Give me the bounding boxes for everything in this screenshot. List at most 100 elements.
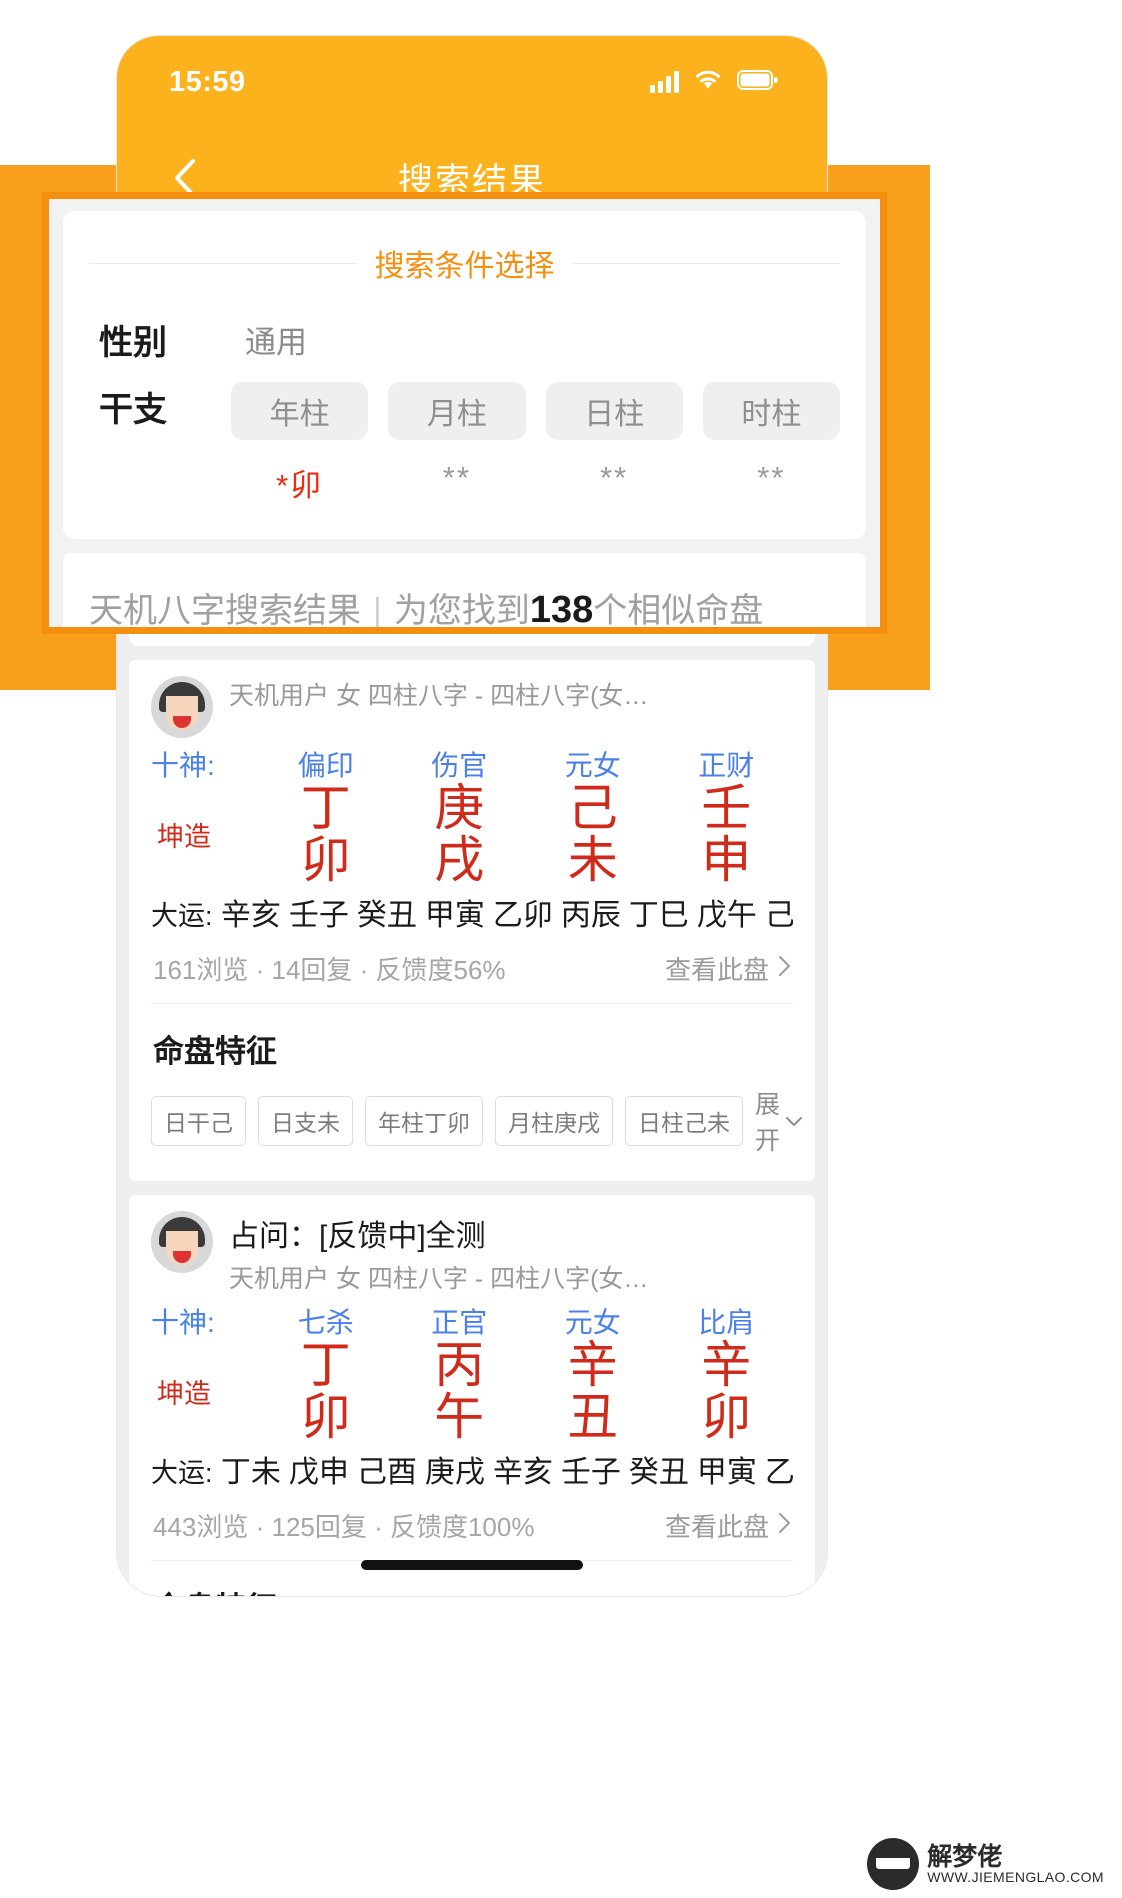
detective-hat-icon (867, 1838, 920, 1890)
stem-year: 丁 (300, 1337, 351, 1393)
callout-banner-prefix: 天机八字搜索结果 (89, 592, 361, 630)
wifi-icon (693, 68, 723, 97)
tag-monthpillar[interactable]: 月柱庚戌 (495, 1096, 613, 1146)
callout-banner-count: 138 (529, 589, 594, 631)
pillar-year-ganzhi: 丁 卯 (259, 782, 393, 886)
result-card-1[interactable]: 天机用户 女 四柱八字 - 四柱八字(女… 十神: 偏印 伤官 元女 正财 坤造 (129, 660, 815, 1181)
branch-hour: 申 (701, 832, 752, 888)
tag-dayzhi[interactable]: 日支未 (258, 1096, 353, 1146)
dayun-item: 壬子 (288, 899, 349, 932)
callout-pillar-year-button[interactable]: 年柱 (231, 382, 369, 440)
tag-yearpillar[interactable]: 年柱丁卯 (365, 1096, 483, 1146)
bazi-chart: 十神: 七杀 正官 元女 比肩 坤造 丁 卯 丙 午 辛 丑 辛 卯 大运: 丁… (151, 1301, 793, 1491)
pillar-month-ganzhi: 丙 午 (393, 1339, 527, 1443)
ten-god-hour: 比肩 (698, 1307, 755, 1338)
dayun-item: 丁巳 (628, 899, 689, 932)
callout-pillar-hour-button[interactable]: 时柱 (702, 382, 840, 440)
dayun-item: 甲寅 (424, 899, 485, 932)
avatar (151, 1211, 213, 1273)
dayun-row: 大运: 丁未戊申己酉庚戌辛亥壬子癸丑甲寅乙卯丙辰 (151, 1447, 793, 1491)
pillar-day-ganzhi: 己 未 (526, 782, 660, 886)
watermark-cn: 解梦佬 (927, 1842, 1003, 1871)
view-chart-label: 查看此盘 (664, 955, 769, 985)
ten-god-day: 元女 (564, 1307, 621, 1338)
tag-daypillar[interactable]: 日柱己未 (625, 1096, 743, 1146)
watermark-en: WWW.JIEMENGLAO.COM (927, 1868, 1104, 1885)
ten-god-year: 偏印 (297, 750, 354, 781)
card-title: 占问：[反馈中]全测 (229, 1220, 486, 1253)
expand-label: 展开 (755, 1091, 781, 1155)
dayun-item: 辛亥 (492, 1456, 553, 1489)
ten-god-month: 正官 (431, 1307, 488, 1338)
callout-pillar-month-value: ** (442, 460, 471, 495)
callout-gender-value[interactable]: 通用 (245, 317, 307, 362)
stem-day: 辛 (567, 1337, 618, 1393)
callout-banner-separator: | (373, 592, 382, 630)
dayun-item: 己未 (764, 899, 793, 932)
branch-day: 丑 (567, 1389, 618, 1445)
dayun-item: 乙卯 (492, 899, 553, 932)
result-card-2[interactable]: 占问：[反馈中]全测 天机用户 女 四柱八字 - 四柱八字(女… 十神: 七杀 … (129, 1195, 815, 1596)
screenshot-root: 15:59 搜索结果 天机用户 女 四柱八字 - 四柱八字(女… 十神: 偏印 … (0, 0, 1122, 1898)
home-indicator (361, 1560, 583, 1570)
card-subtitle: 天机用户 女 四柱八字 - 四柱八字(女… (229, 682, 649, 710)
chart-type-label: 坤造 (157, 821, 211, 852)
stem-month: 丙 (434, 1337, 485, 1393)
bazi-chart: 十神: 偏印 伤官 元女 正财 坤造 丁 卯 庚 戌 己 未 壬 申 大运: 辛… (151, 744, 793, 934)
card-stats-row: 161浏览 · 14回复 · 反馈度56% 查看此盘 (151, 934, 793, 1004)
ten-god-year: 七杀 (297, 1307, 354, 1338)
status-time: 15:59 (169, 65, 246, 98)
callout-ganzhi-row: 干支 年柱 *卯 月柱 ** 日柱 ** 时柱 ** (99, 382, 840, 505)
callout-result-banner: 天机八字搜索结果 | 为您找到 138 个相似命盘 (63, 553, 866, 631)
view-chart-link[interactable]: 查看此盘 (665, 1507, 791, 1544)
ganzhi-display-row: 坤造 丁 卯 丙 午 辛 丑 辛 卯 (151, 1339, 793, 1443)
highlight-callout: 搜索条件选择 性别 通用 干支 年柱 *卯 月柱 ** 日柱 ** 时柱 ** … (42, 192, 887, 634)
card-header: 占问：[反馈中]全测 天机用户 女 四柱八字 - 四柱八字(女… (151, 1211, 793, 1295)
callout-banner-middle: 为您找到 (393, 592, 530, 630)
branch-month: 午 (434, 1389, 485, 1445)
callout-gender-row: 性别 通用 (99, 315, 840, 364)
dayun-item: 戊申 (288, 1456, 349, 1489)
branch-day: 未 (567, 832, 618, 888)
callout-pillar-year: 年柱 *卯 (231, 382, 369, 505)
chart-type-label: 坤造 (157, 1378, 211, 1409)
stem-year: 丁 (300, 780, 351, 836)
dayun-item: 丙辰 (560, 899, 621, 932)
callout-pillar-month-button[interactable]: 月柱 (388, 382, 526, 440)
ten-gods-row: 十神: 偏印 伤官 元女 正财 (151, 744, 793, 784)
ten-god-hour: 正财 (698, 750, 755, 781)
dayun-item: 癸丑 (628, 1456, 689, 1489)
pillar-year-ganzhi: 丁 卯 (259, 1339, 393, 1443)
view-chart-link[interactable]: 查看此盘 (665, 950, 791, 987)
dayun-label: 大运: (151, 1458, 213, 1488)
expand-button[interactable]: 展开 (755, 1085, 804, 1157)
callout-conditions-title-row: 搜索条件选择 (89, 241, 840, 285)
app-header: 15:59 搜索结果 (117, 36, 827, 216)
callout-banner-suffix: 个相似命盘 (593, 592, 764, 630)
stem-hour: 辛 (701, 1337, 752, 1393)
dayun-item: 甲寅 (696, 1456, 757, 1489)
pillar-month-ganzhi: 庚 戌 (393, 782, 527, 886)
callout-pillar-day-button[interactable]: 日柱 (545, 382, 683, 440)
dayun-item: 己酉 (356, 1456, 417, 1489)
callout-pillar-day-value: ** (600, 460, 629, 495)
callout-pillar-month: 月柱 ** (388, 382, 526, 505)
branch-hour: 卯 (701, 1389, 752, 1445)
card-header: 天机用户 女 四柱八字 - 四柱八字(女… (151, 676, 793, 738)
dayun-label: 大运: (151, 901, 213, 931)
ten-gods-label: 十神: (151, 1307, 215, 1338)
card-subtitle: 天机用户 女 四柱八字 - 四柱八字(女… (229, 1265, 649, 1293)
dayun-item: 壬子 (560, 1456, 621, 1489)
ten-gods-row: 十神: 七杀 正官 元女 比肩 (151, 1301, 793, 1341)
ganzhi-display-row: 坤造 丁 卯 庚 戌 己 未 壬 申 (151, 782, 793, 886)
tag-daygan[interactable]: 日干己 (151, 1096, 246, 1146)
callout-backdrop-orange-left (0, 165, 44, 690)
callout-pillar-hour: 时柱 ** (702, 382, 840, 505)
pillar-day-ganzhi: 辛 丑 (526, 1339, 660, 1443)
stem-day: 己 (567, 780, 618, 836)
ten-god-month: 伤官 (431, 750, 488, 781)
features-title: 命盘特征 (153, 1034, 277, 1069)
branch-month: 戌 (434, 832, 485, 888)
card-stats: 161浏览 · 14回复 · 反馈度56% (153, 955, 506, 985)
branch-year: 卯 (300, 832, 351, 888)
